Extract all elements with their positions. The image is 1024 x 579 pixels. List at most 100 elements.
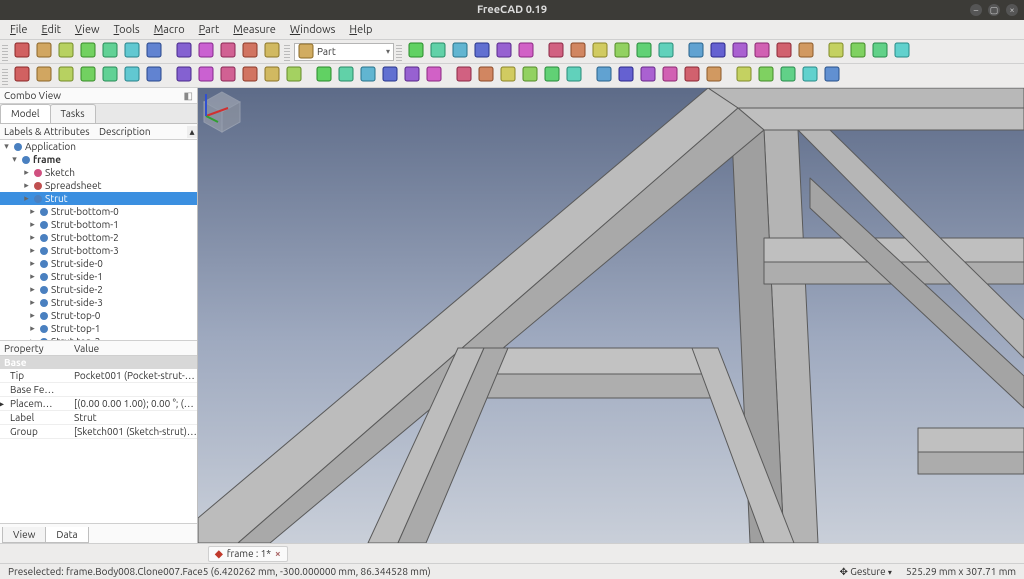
tree-item[interactable]: ▸Strut-bottom-2 [0,231,197,244]
minimize-button[interactable]: – [970,4,982,16]
export-button[interactable] [870,42,890,62]
section-button[interactable] [520,66,540,86]
part1-button[interactable] [612,42,632,62]
property-tab-view[interactable]: View [2,527,46,543]
menu-windows[interactable]: Windows [284,22,342,38]
expand-toggle-icon[interactable]: ▸ [28,231,37,244]
draw-style-button[interactable] [450,42,470,62]
tab-tasks[interactable]: Tasks [50,104,96,123]
zoom-button[interactable] [634,42,654,62]
compound-button[interactable] [424,66,444,86]
attach-button[interactable] [704,66,724,86]
tree-item[interactable]: ▸Strut-side-0 [0,257,197,270]
checkgeom-button[interactable] [616,66,636,86]
close-button[interactable]: × [1006,4,1018,16]
arrow-button[interactable] [590,42,610,62]
shapebuilder-button[interactable] [144,66,164,86]
tree-scroll-up[interactable]: ▴ [187,126,197,138]
measure-dist-button[interactable] [752,42,772,62]
fit-sel-button[interactable] [428,42,448,62]
expand-toggle-icon[interactable]: ▸ [28,296,37,309]
left-button[interactable] [546,42,566,62]
tree-item[interactable]: ▸Strut-side-2 [0,283,197,296]
tree-item[interactable]: ▸Spreadsheet [0,179,197,192]
chamfer-button[interactable] [262,66,282,86]
right-button[interactable] [568,42,588,62]
expand-toggle-icon[interactable]: ▸ [28,322,37,335]
extrude-button[interactable] [174,66,194,86]
thickness-button[interactable] [380,66,400,86]
refresh-button[interactable] [196,42,216,62]
property-row[interactable]: LabelStrut [0,411,197,425]
property-row[interactable]: TipPocket001 (Pocket-strut-chamfer-z) [0,369,197,383]
cut-button[interactable] [78,42,98,62]
home-button[interactable] [516,42,536,62]
property-row[interactable]: ▸Placem…[(0.00 0.00 1.00); 0.00 °; (0.00… [0,397,197,411]
expand-toggle-icon[interactable]: ▸ [22,179,31,192]
col3-button[interactable] [778,66,798,86]
link-button[interactable] [796,42,816,62]
menu-part[interactable]: Part [193,22,226,38]
expand-toggle-icon[interactable]: ▸ [28,270,37,283]
workbench-selector[interactable]: Part▾ [294,43,394,61]
bbox-button[interactable] [708,42,728,62]
sweep-button[interactable] [336,66,356,86]
property-value[interactable]: [Sketch001 (Sketch-strut), Pad (Pad… [70,426,197,437]
save-button[interactable] [56,42,76,62]
fuse-button[interactable] [476,66,496,86]
tree-item[interactable]: ▸Strut-side-1 [0,270,197,283]
whatsthis-button[interactable] [892,42,912,62]
cube-button[interactable] [12,66,32,86]
tree-item[interactable]: ▸Strut-top-0 [0,309,197,322]
offset3d-button[interactable] [358,66,378,86]
property-value[interactable]: Pocket001 (Pocket-strut-chamfer-z) [70,370,197,381]
document-tab[interactable]: ◆ frame : 1* × [208,546,288,562]
expand-toggle-icon[interactable]: ▸ [28,205,37,218]
tree-item[interactable]: ▸Strut-bottom-1 [0,218,197,231]
property-row[interactable]: Base Fe… [0,383,197,397]
menu-macro[interactable]: Macro [148,22,191,38]
sphere-button[interactable] [56,66,76,86]
clip-button[interactable] [686,42,706,62]
3d-viewport[interactable] [198,88,1024,543]
tree-item[interactable]: ▾Application [0,140,197,153]
expand-toggle-icon[interactable]: ▸ [0,398,4,410]
menu-view[interactable]: View [69,22,106,38]
tree-header-labels[interactable]: Labels & Attributes [0,126,95,137]
property-value[interactable]: [(0.00 0.00 1.00); 0.00 °; (0.00 mm 0… [70,398,197,409]
open-button[interactable] [34,42,54,62]
expand-toggle-icon[interactable]: ▸ [22,166,31,179]
fit-button[interactable] [406,42,426,62]
expand-toggle-icon[interactable]: ▸ [28,244,37,257]
tree-item[interactable]: ▸Strut-top-1 [0,322,197,335]
expand-toggle-icon[interactable]: ▸ [28,283,37,296]
col2-button[interactable] [756,66,776,86]
menu-tools[interactable]: Tools [108,22,146,38]
tab-model[interactable]: Model [0,104,51,123]
fillet-button[interactable] [240,66,260,86]
copy-button[interactable] [100,42,120,62]
combo-popout-icon[interactable]: ◧ [184,90,193,102]
defeature-button[interactable] [638,66,658,86]
undo-button[interactable] [144,42,164,62]
model-tree[interactable]: ▾Application▾frame▸Sketch▸Spreadsheet▸St… [0,140,197,340]
axo-button[interactable] [494,42,514,62]
new-button[interactable] [12,42,32,62]
approx-button[interactable] [682,66,702,86]
booleans-button[interactable] [564,66,584,86]
measure-ang-button[interactable] [774,42,794,62]
property-panel[interactable]: BaseTipPocket001 (Pocket-strut-chamfer-z… [0,356,197,523]
tree-header-desc[interactable]: Description [95,126,187,137]
tree-item[interactable]: ▸Strut-bottom-0 [0,205,197,218]
macro-play-button[interactable] [262,42,282,62]
props-header-value[interactable]: Value [70,343,197,354]
col5-button[interactable] [822,66,842,86]
menu-edit[interactable]: Edit [35,22,67,38]
nav-style-indicator[interactable]: ✥ Gesture ▾ [836,566,896,578]
splines-button[interactable] [660,66,680,86]
torus-button[interactable] [100,66,120,86]
macro-rec-button[interactable] [218,42,238,62]
expand-toggle-icon[interactable]: ▾ [2,140,11,153]
cross-button[interactable] [542,66,562,86]
cut-button[interactable] [454,66,474,86]
